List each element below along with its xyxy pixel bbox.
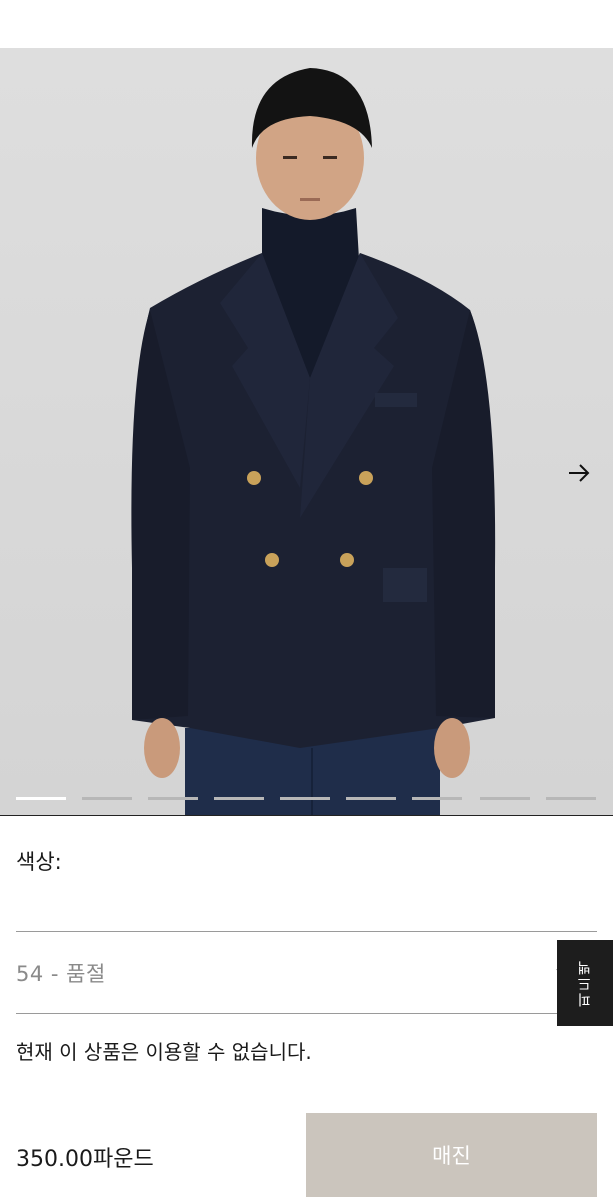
- gallery-indicators: [16, 797, 598, 801]
- indicator-1[interactable]: [16, 797, 66, 800]
- indicator-7[interactable]: [412, 797, 462, 800]
- color-label: 색상:: [16, 850, 62, 874]
- sold-out-button[interactable]: 매진: [306, 1113, 597, 1197]
- product-image-gallery[interactable]: [0, 48, 613, 815]
- divider-line: [16, 1013, 597, 1014]
- arrow-right-icon: [569, 464, 590, 482]
- feedback-tab[interactable]: 피드백: [557, 940, 613, 1026]
- next-image-button[interactable]: [567, 462, 601, 496]
- gallery-divider: [0, 815, 613, 816]
- indicator-9[interactable]: [546, 797, 596, 800]
- indicator-3[interactable]: [148, 797, 198, 800]
- top-bar: [0, 0, 613, 48]
- price: 350.00파운드: [16, 1147, 154, 1172]
- indicator-5[interactable]: [280, 797, 330, 800]
- size-select[interactable]: 54 - 품절: [16, 932, 581, 1014]
- indicator-2[interactable]: [82, 797, 132, 800]
- indicator-8[interactable]: [480, 797, 530, 800]
- size-select-value: 54 - 품절: [16, 962, 106, 986]
- availability-message: 현재 이 상품은 이용할 수 없습니다.: [16, 1040, 312, 1064]
- product-photo: [0, 48, 613, 815]
- feedback-label: 피드백: [577, 959, 593, 1007]
- indicator-4[interactable]: [214, 797, 264, 800]
- indicator-6[interactable]: [346, 797, 396, 800]
